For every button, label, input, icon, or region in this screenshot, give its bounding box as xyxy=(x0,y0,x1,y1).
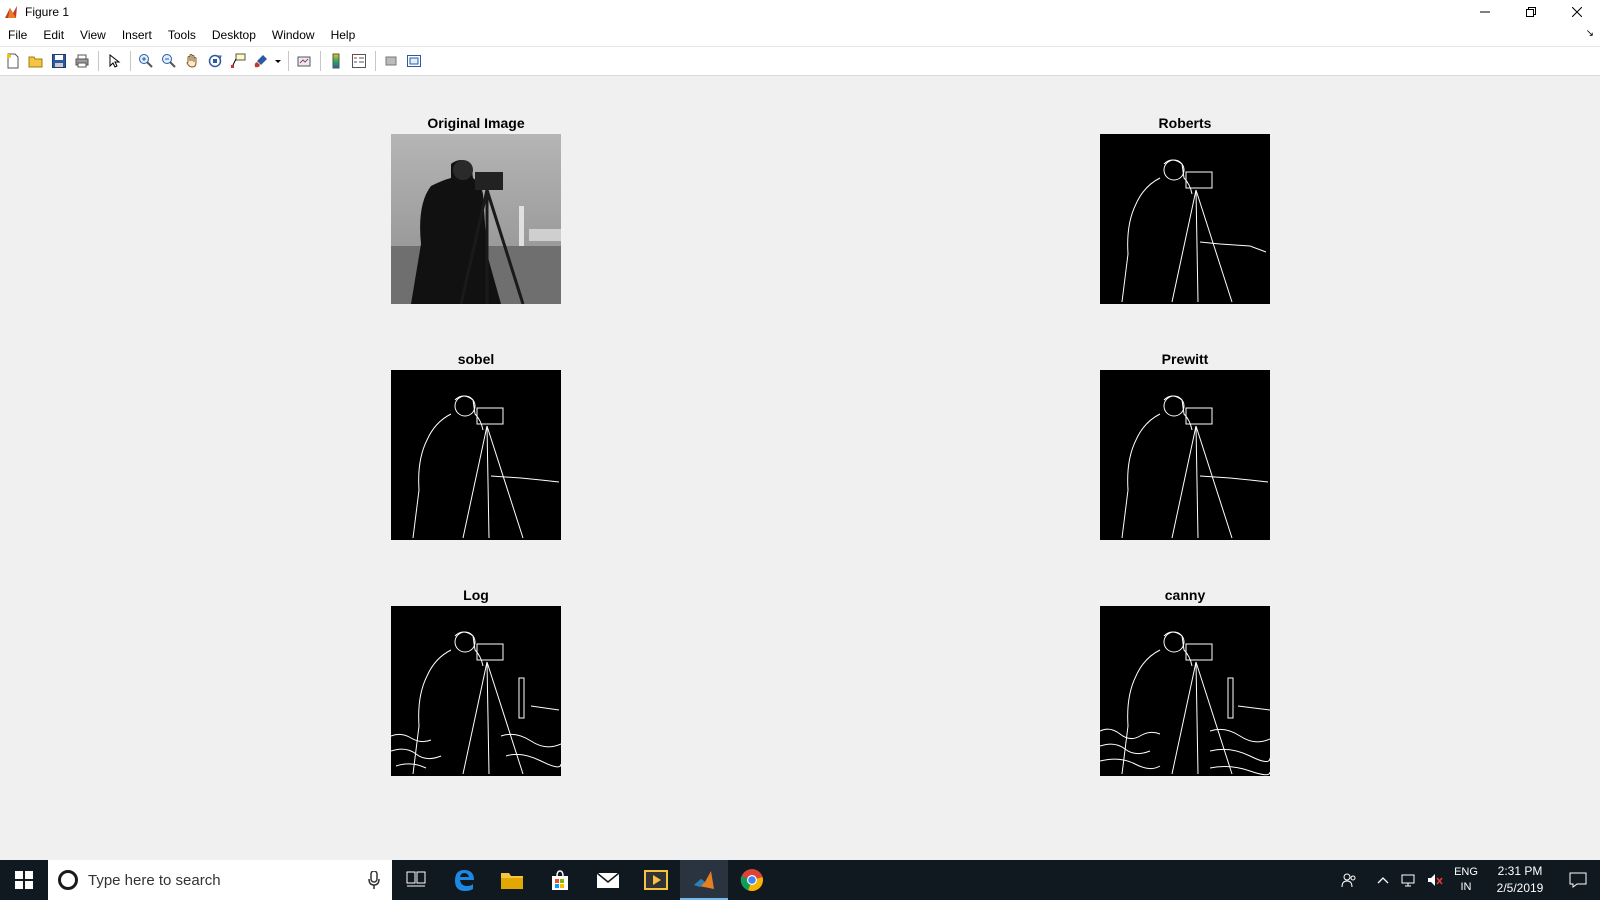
toolbar-separator xyxy=(320,51,321,71)
windows-start-icon[interactable] xyxy=(0,860,48,900)
data-cursor-icon[interactable] xyxy=(227,50,249,72)
pan-icon[interactable] xyxy=(181,50,203,72)
menu-window[interactable]: Window xyxy=(264,24,323,46)
cortana-icon xyxy=(58,870,78,890)
task-view-icon[interactable] xyxy=(392,860,440,900)
title-bar: Figure 1 xyxy=(0,0,1600,24)
hide-plot-tools-icon[interactable] xyxy=(380,50,402,72)
subplot-prewitt: Prewitt xyxy=(1100,350,1270,540)
restore-icon[interactable] xyxy=(1508,0,1554,24)
window-controls xyxy=(1462,0,1600,24)
mail-icon[interactable] xyxy=(584,860,632,900)
window-title: Figure 1 xyxy=(25,5,70,19)
rotate-3d-icon[interactable] xyxy=(204,50,226,72)
matlab-icon[interactable] xyxy=(680,860,728,900)
edge-browser-icon[interactable] xyxy=(440,860,488,900)
menu-edit[interactable]: Edit xyxy=(35,24,72,46)
subplot-title: sobel xyxy=(457,351,495,367)
volume-muted-icon[interactable] xyxy=(1422,860,1448,900)
log-edge-image xyxy=(391,606,561,776)
new-figure-icon[interactable] xyxy=(2,50,24,72)
show-plot-tools-icon[interactable] xyxy=(403,50,425,72)
toolbar-separator xyxy=(375,51,376,71)
chrome-icon[interactable] xyxy=(728,860,776,900)
region-code: IN xyxy=(1460,881,1472,893)
subplot-title: Roberts xyxy=(1158,115,1212,131)
insert-legend-icon[interactable] xyxy=(348,50,370,72)
language-code: ENG xyxy=(1454,866,1478,878)
chevron-up-icon[interactable] xyxy=(1370,860,1396,900)
brush-icon[interactable] xyxy=(250,50,272,72)
taskbar: Type here to search ENG IN 2:31 PM 2/5/2… xyxy=(0,860,1600,900)
figure-toolbar xyxy=(0,46,1600,76)
subplot-canny: canny xyxy=(1100,586,1270,776)
menu-desktop[interactable]: Desktop xyxy=(204,24,264,46)
menu-tools[interactable]: Tools xyxy=(160,24,204,46)
save-figure-icon[interactable] xyxy=(48,50,70,72)
taskbar-search-box[interactable]: Type here to search xyxy=(48,860,392,900)
microphone-icon[interactable] xyxy=(368,870,380,894)
dock-arrow-icon[interactable]: ↘ xyxy=(1586,28,1594,39)
subplot-log: Log xyxy=(391,586,561,776)
subplot-title: Original Image xyxy=(427,115,525,131)
media-player-icon[interactable] xyxy=(632,860,680,900)
clock[interactable]: 2:31 PM 2/5/2019 xyxy=(1484,863,1556,897)
menu-view[interactable]: View xyxy=(72,24,114,46)
minimize-icon[interactable] xyxy=(1462,0,1508,24)
zoom-in-icon[interactable] xyxy=(135,50,157,72)
roberts-edge-image xyxy=(1100,134,1270,304)
canny-edge-image xyxy=(1100,606,1270,776)
system-tray: ENG IN 2:31 PM 2/5/2019 xyxy=(1336,860,1600,900)
network-icon[interactable] xyxy=(1396,860,1422,900)
matlab-figure-icon xyxy=(3,4,19,20)
clock-date: 2/5/2019 xyxy=(1496,881,1544,895)
brush-dropdown-icon[interactable] xyxy=(273,50,283,72)
close-icon[interactable] xyxy=(1554,0,1600,24)
menu-file[interactable]: File xyxy=(0,24,35,46)
search-placeholder: Type here to search xyxy=(88,871,221,889)
subplot-roberts: Roberts xyxy=(1100,114,1270,304)
subplot-title: canny xyxy=(1164,587,1206,603)
people-icon[interactable] xyxy=(1336,860,1362,900)
toolbar-separator xyxy=(98,51,99,71)
action-center-icon[interactable] xyxy=(1556,860,1600,900)
edit-plot-icon[interactable] xyxy=(103,50,125,72)
store-icon[interactable] xyxy=(536,860,584,900)
subplot-original-image: Original Image xyxy=(391,114,561,304)
menu-help[interactable]: Help xyxy=(323,24,364,46)
insert-colorbar-icon[interactable] xyxy=(325,50,347,72)
menu-insert[interactable]: Insert xyxy=(114,24,160,46)
menu-bar: File Edit View Insert Tools Desktop Wind… xyxy=(0,24,1600,46)
link-plot-icon[interactable] xyxy=(293,50,315,72)
sobel-edge-image xyxy=(391,370,561,540)
file-explorer-icon[interactable] xyxy=(488,860,536,900)
toolbar-separator xyxy=(288,51,289,71)
subplot-title: Log xyxy=(463,587,489,603)
prewitt-edge-image xyxy=(1100,370,1270,540)
print-figure-icon[interactable] xyxy=(71,50,93,72)
figure-canvas: Original Image Roberts sobel Prewitt Log… xyxy=(0,76,1600,860)
input-language[interactable]: ENG IN xyxy=(1448,865,1484,895)
subplot-sobel: sobel xyxy=(391,350,561,540)
original-image xyxy=(391,134,561,304)
open-file-icon[interactable] xyxy=(25,50,47,72)
zoom-out-icon[interactable] xyxy=(158,50,180,72)
toolbar-separator xyxy=(130,51,131,71)
subplot-title: Prewitt xyxy=(1161,351,1209,367)
clock-time: 2:31 PM xyxy=(1497,864,1543,878)
